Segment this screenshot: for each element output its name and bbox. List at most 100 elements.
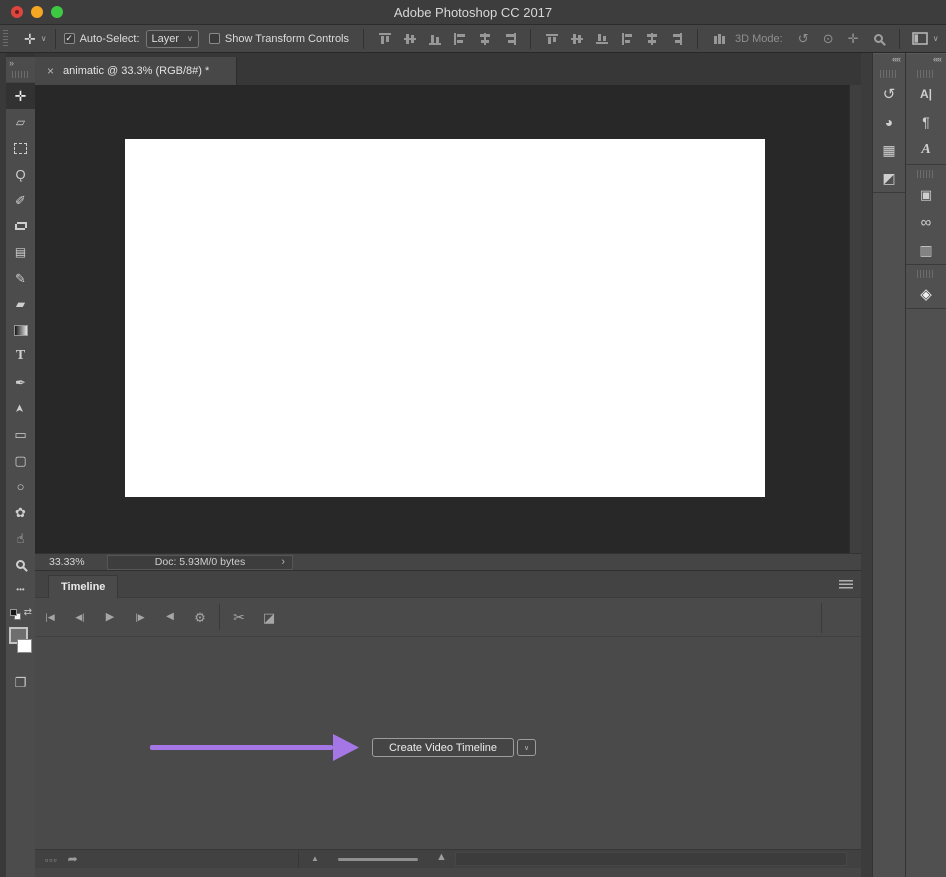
rounded-rectangle-tool[interactable]: ▢ bbox=[6, 447, 35, 473]
transition-button[interactable]: ◪ bbox=[254, 602, 284, 632]
libraries-panel-button[interactable]: ∞ bbox=[906, 208, 946, 236]
workspace-switcher-button[interactable]: ∨ bbox=[912, 32, 939, 45]
go-to-next-frame-button[interactable]: |▶ bbox=[125, 602, 155, 632]
rectangle-tool-icon: ▭ bbox=[14, 428, 26, 441]
align-vertical-centers-button[interactable] bbox=[397, 28, 422, 50]
split-at-playhead-button[interactable]: ✂ bbox=[224, 602, 254, 632]
create-video-timeline-button[interactable]: Create Video Timeline bbox=[372, 738, 514, 757]
3d-roll-button[interactable]: ⊙ bbox=[816, 28, 841, 50]
character-panel-icon: A| bbox=[920, 88, 932, 100]
rectangle-tool[interactable]: ▭ bbox=[6, 421, 35, 447]
color-panel-button[interactable]: ◕ bbox=[873, 108, 905, 136]
distribute-spacing-button[interactable] bbox=[706, 28, 731, 50]
horizontal-scroll-track[interactable] bbox=[455, 852, 847, 866]
zoom-out-thumbnail-icon[interactable]: ▲ bbox=[311, 854, 319, 863]
edit-toolbar[interactable]: ••• bbox=[6, 577, 35, 603]
type-tool[interactable]: T bbox=[6, 343, 35, 369]
3d-orbit-button[interactable]: ↺ bbox=[791, 28, 816, 50]
ellipse-tool[interactable]: ○ bbox=[6, 473, 35, 499]
path-selection-tool[interactable]: ➤ bbox=[6, 395, 35, 421]
default-colors-icon[interactable] bbox=[10, 609, 21, 620]
distribute-right-edges-button[interactable] bbox=[664, 28, 689, 50]
styles-panel-button[interactable]: ◩ bbox=[873, 164, 905, 192]
document-tab[interactable]: × animatic @ 33.3% (RGB/8#) * bbox=[35, 57, 237, 85]
pencil-tool[interactable]: ✎ bbox=[6, 265, 35, 291]
close-tab-icon[interactable]: × bbox=[47, 64, 54, 78]
custom-shape-tool[interactable]: ✿ bbox=[6, 499, 35, 525]
character-panel-button[interactable]: A| bbox=[906, 80, 946, 108]
document-info-box[interactable]: Doc: 5.93M/0 bytes › bbox=[107, 555, 293, 570]
screen-mode-button[interactable]: ❐ bbox=[6, 671, 35, 695]
convert-to-frame-animation-button[interactable]: ▫▫▫ bbox=[45, 850, 58, 868]
collapse-dock-icon[interactable]: «« bbox=[892, 54, 900, 64]
layers-panel-button[interactable]: ◈ bbox=[906, 280, 946, 308]
panel-drag-handle[interactable] bbox=[917, 270, 935, 278]
3d-panel-button[interactable]: ▣ bbox=[906, 180, 946, 208]
swap-colors-icon[interactable]: ⇄ bbox=[24, 607, 32, 618]
collapse-dock-icon[interactable]: «« bbox=[933, 54, 941, 64]
artboard-tool[interactable]: ▱ bbox=[6, 109, 35, 135]
lasso-tool[interactable]: Ǫ bbox=[6, 161, 35, 187]
zoom-tool[interactable] bbox=[6, 551, 35, 577]
zoom-in-thumbnail-icon[interactable]: ▲ bbox=[436, 851, 447, 863]
gradient-tool[interactable] bbox=[6, 317, 35, 343]
auto-select-target-dropdown[interactable]: Layer ∨ bbox=[146, 30, 199, 48]
panel-drag-handle[interactable] bbox=[917, 70, 935, 78]
distribute-horizontal-centers-button[interactable] bbox=[639, 28, 664, 50]
3d-roll-icon: ⊙ bbox=[823, 32, 834, 45]
go-to-first-frame-button[interactable]: |◀ bbox=[35, 602, 65, 632]
history-panel-button[interactable]: ↺ bbox=[873, 80, 905, 108]
marquee-tool[interactable] bbox=[6, 135, 35, 161]
chevron-down-icon: ∨ bbox=[187, 34, 193, 43]
search-button[interactable] bbox=[866, 28, 891, 50]
info-panel-button[interactable]: ▥ bbox=[906, 236, 946, 264]
status-chevron-icon[interactable]: › bbox=[281, 556, 285, 568]
background-color-chip[interactable] bbox=[17, 639, 32, 653]
timeline-type-dropdown-button[interactable]: ∨ bbox=[517, 739, 536, 756]
canvas-area[interactable] bbox=[35, 85, 849, 553]
swatches-panel-button[interactable]: ▦ bbox=[873, 136, 905, 164]
timeline-settings-button[interactable]: ⚙ bbox=[185, 602, 215, 632]
play-icon: ▶ bbox=[106, 612, 114, 623]
auto-select-checkbox[interactable]: ✓ bbox=[64, 33, 75, 44]
expand-panel-icon[interactable]: » bbox=[9, 58, 14, 68]
panel-menu-icon[interactable] bbox=[839, 580, 853, 589]
eraser-tool[interactable]: ▰ bbox=[6, 291, 35, 317]
pen-tool[interactable]: ✒ bbox=[6, 369, 35, 395]
zoom-level-field[interactable]: 33.33% bbox=[49, 556, 97, 568]
panel-drag-handle[interactable] bbox=[880, 70, 898, 78]
align-top-edges-icon bbox=[378, 32, 392, 46]
align-left-edges-button[interactable] bbox=[447, 28, 472, 50]
color-chips bbox=[6, 627, 35, 665]
tool-preset-chevron-icon[interactable]: ∨ bbox=[41, 34, 47, 43]
align-horizontal-centers-button[interactable] bbox=[472, 28, 497, 50]
move-tool[interactable]: ✛ bbox=[6, 83, 35, 109]
show-transform-controls-checkbox[interactable] bbox=[209, 33, 220, 44]
align-right-edges-button[interactable] bbox=[497, 28, 522, 50]
distribute-left-edges-button[interactable] bbox=[614, 28, 639, 50]
ruler-tool[interactable]: ▤ bbox=[6, 239, 35, 265]
align-top-edges-button[interactable] bbox=[372, 28, 397, 50]
glyphs-panel-button[interactable]: A bbox=[906, 136, 946, 164]
align-bottom-edges-button[interactable] bbox=[422, 28, 447, 50]
crop-tool[interactable] bbox=[6, 213, 35, 239]
options-drag-handle[interactable] bbox=[3, 30, 8, 48]
play-button[interactable]: ▶ bbox=[95, 602, 125, 632]
3d-pan-button[interactable]: ✛ bbox=[841, 28, 866, 50]
document-canvas[interactable] bbox=[125, 139, 765, 497]
vertical-scrollbar[interactable] bbox=[849, 85, 861, 553]
panel-drag-handle[interactable] bbox=[917, 170, 935, 178]
timeline-zoom-slider[interactable] bbox=[338, 858, 418, 861]
workspace-chevron-icon: ∨ bbox=[933, 34, 939, 43]
hand-tool[interactable]: ☝ bbox=[6, 525, 35, 551]
paragraph-panel-button[interactable]: ¶ bbox=[906, 108, 946, 136]
go-to-previous-frame-button[interactable]: ◀| bbox=[65, 602, 95, 632]
panel-drag-handle[interactable] bbox=[12, 71, 28, 78]
distribute-top-edges-button[interactable] bbox=[539, 28, 564, 50]
shortcut-arrow-button[interactable]: ➦ bbox=[68, 850, 78, 868]
distribute-vertical-centers-button[interactable] bbox=[564, 28, 589, 50]
distribute-bottom-edges-button[interactable] bbox=[589, 28, 614, 50]
timeline-tab[interactable]: Timeline bbox=[48, 575, 118, 598]
mute-audio-button[interactable]: ◀ bbox=[155, 602, 185, 632]
magic-wand-tool[interactable]: ✐ bbox=[6, 187, 35, 213]
